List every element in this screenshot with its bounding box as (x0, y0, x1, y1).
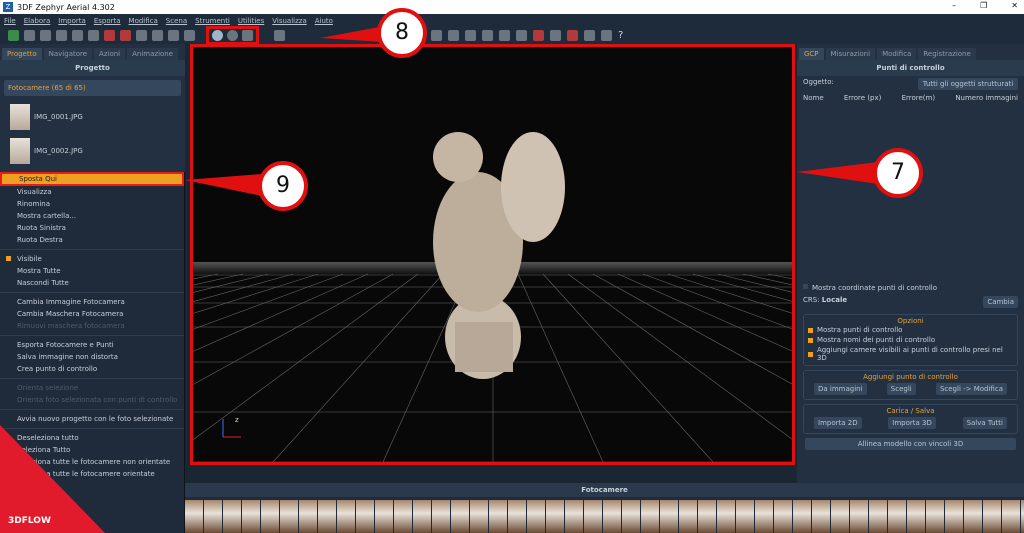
annotation-arrows (185, 26, 878, 196)
callout-8: 8 (377, 8, 427, 58)
arrow-8 (320, 26, 385, 42)
arrow-9 (185, 174, 262, 196)
callout-7: 7 (873, 148, 923, 198)
callout-9: 9 (258, 161, 308, 211)
arrow-7 (797, 162, 878, 184)
